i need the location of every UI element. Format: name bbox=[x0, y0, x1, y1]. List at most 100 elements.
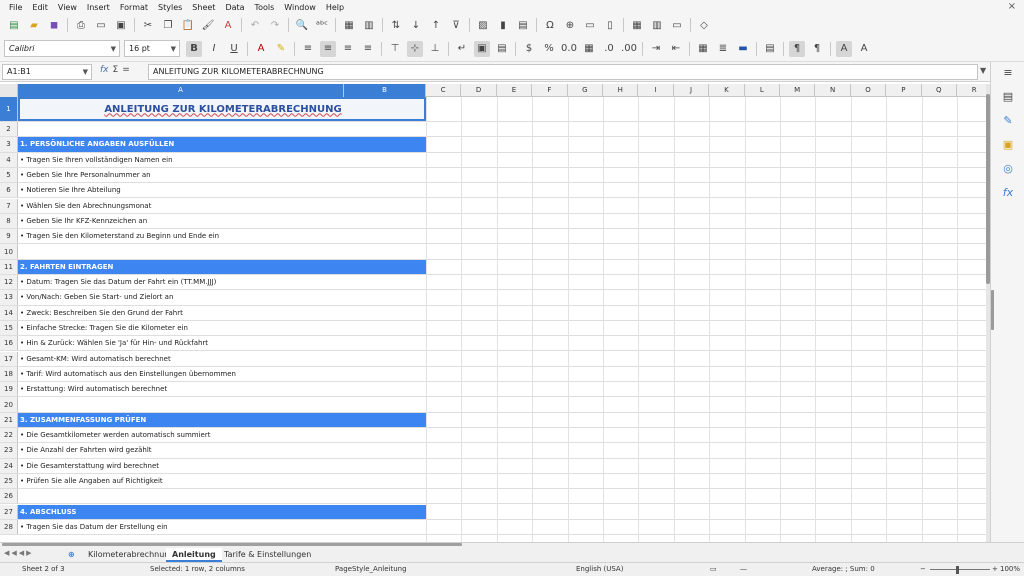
row-header[interactable]: 1 bbox=[0, 97, 18, 121]
row-header[interactable]: 3 bbox=[0, 137, 18, 152]
title-row[interactable]: 1 ANLEITUNG ZUR KILOMETERABRECHNUNG bbox=[0, 97, 986, 122]
autofilter-icon[interactable]: ⊽ bbox=[448, 17, 464, 33]
row-header[interactable]: 9 bbox=[0, 229, 18, 244]
font-name-combo[interactable]: Calibri ▼ bbox=[4, 40, 120, 57]
cell-a28[interactable]: • Tragen Sie das Datum der Erstellung ei… bbox=[18, 520, 426, 534]
cell-a23[interactable]: • Die Anzahl der Fahrten wird gezählt bbox=[18, 443, 426, 457]
cell-a26[interactable] bbox=[18, 489, 426, 503]
cell-a13[interactable]: • Von/Nach: Geben Sie Start- und Zielort… bbox=[18, 290, 426, 304]
row-header[interactable]: 28 bbox=[0, 519, 18, 535]
new-document-icon[interactable]: ▤ bbox=[6, 17, 22, 33]
menu-item-file[interactable]: File bbox=[4, 3, 27, 12]
align-center-icon[interactable]: ≡ bbox=[320, 40, 336, 57]
align-left-icon[interactable]: ≡ bbox=[300, 41, 316, 57]
cell-a27[interactable]: 4. ABSCHLUSS bbox=[18, 504, 426, 519]
column-header-p[interactable]: P bbox=[886, 84, 922, 97]
menu-item-data[interactable]: Data bbox=[220, 3, 249, 12]
table-row[interactable]: 4 • Tragen Sie Ihren vollständigen Namen … bbox=[0, 152, 986, 168]
column-header-h[interactable]: H bbox=[603, 84, 639, 97]
define-print-area-icon[interactable]: ▦ bbox=[629, 17, 645, 33]
horizontal-scrollbar[interactable] bbox=[2, 543, 462, 546]
menu-item-format[interactable]: Format bbox=[115, 3, 153, 12]
date-format-icon[interactable]: ▦ bbox=[581, 41, 597, 57]
zoom-out-icon[interactable]: − bbox=[920, 565, 926, 573]
hyperlink-icon[interactable]: ⊕ bbox=[562, 17, 578, 33]
table-row[interactable]: 15 • Einfache Strecke: Tragen Sie die Kil… bbox=[0, 320, 986, 337]
column-header-a[interactable]: A bbox=[18, 84, 344, 97]
pivot-table-icon[interactable]: ▤ bbox=[515, 17, 531, 33]
cell-a16[interactable]: • Hin & Zurück: Wählen Sie 'Ja' für Hin-… bbox=[18, 336, 426, 350]
cell-a18[interactable]: • Tarif: Wird automatisch aus den Einste… bbox=[18, 367, 426, 381]
bold-icon[interactable]: B bbox=[186, 40, 202, 57]
undo-icon[interactable]: ↶ bbox=[247, 17, 263, 33]
menu-item-insert[interactable]: Insert bbox=[82, 3, 115, 12]
cell-a10[interactable] bbox=[18, 244, 426, 258]
comment-icon[interactable]: ▭ bbox=[582, 17, 598, 33]
sort-ascending-icon[interactable]: ↓ bbox=[408, 17, 424, 33]
merge-center-icon[interactable]: ▣ bbox=[474, 40, 490, 57]
zoom-slider-knob[interactable] bbox=[956, 566, 959, 574]
properties-icon[interactable]: ▤ bbox=[1000, 90, 1016, 106]
font-size-combo[interactable]: 16 pt ▼ bbox=[124, 40, 180, 57]
cell-a7[interactable]: • Wählen Sie den Abrechnungsmonat bbox=[18, 199, 426, 213]
cell-a14[interactable]: • Zweck: Beschreiben Sie den Grund der F… bbox=[18, 306, 426, 320]
styles-icon[interactable]: ✎ bbox=[1000, 114, 1016, 130]
chevron-down-icon[interactable]: ▼ bbox=[83, 65, 88, 79]
menu-item-sheet[interactable]: Sheet bbox=[187, 3, 220, 12]
row-header[interactable]: 16 bbox=[0, 336, 18, 351]
copy-icon[interactable]: ❐ bbox=[160, 17, 176, 33]
row-header[interactable]: 27 bbox=[0, 504, 18, 519]
column-header-b[interactable]: B bbox=[344, 84, 426, 97]
horizontal-text-icon[interactable]: A bbox=[836, 40, 852, 57]
spreadsheet-grid[interactable]: ABCDEFGHIJKLMNOPQR 1 ANLEITUNG ZUR KILOME… bbox=[0, 84, 986, 542]
special-character-icon[interactable]: Ω bbox=[542, 17, 558, 33]
column-header-q[interactable]: Q bbox=[922, 84, 957, 97]
column-header-j[interactable]: J bbox=[674, 84, 710, 97]
row-header[interactable]: 11 bbox=[0, 259, 18, 274]
column-header-k[interactable]: K bbox=[709, 84, 745, 97]
column-header-g[interactable]: G bbox=[568, 84, 603, 97]
align-right-icon[interactable]: ≡ bbox=[340, 41, 356, 57]
column-header-d[interactable]: D bbox=[461, 84, 497, 97]
add-sheet-button[interactable]: ⊕ bbox=[62, 548, 81, 562]
column-header-o[interactable]: O bbox=[851, 84, 887, 97]
column-header-e[interactable]: E bbox=[497, 84, 533, 97]
increase-indent-icon[interactable]: ⇥ bbox=[648, 41, 664, 57]
navigator-icon[interactable]: ◎ bbox=[1000, 162, 1016, 178]
row-header[interactable]: 7 bbox=[0, 198, 18, 213]
open-folder-icon[interactable]: ▰ bbox=[26, 17, 42, 33]
close-document-icon[interactable]: × bbox=[1008, 1, 1016, 12]
vertical-text-icon[interactable]: A bbox=[856, 41, 872, 57]
menu-item-window[interactable]: Window bbox=[279, 3, 321, 12]
export-pdf-icon[interactable]: ⎙ bbox=[73, 17, 89, 33]
zoom-slider[interactable] bbox=[930, 569, 990, 570]
italic-icon[interactable]: I bbox=[206, 41, 222, 57]
function-wizard-icon[interactable]: fx bbox=[100, 65, 109, 75]
underline-icon[interactable]: U bbox=[226, 41, 242, 57]
formula-equals-icon[interactable]: = bbox=[122, 65, 130, 75]
cell-a5[interactable]: • Geben Sie Ihre Personalnummer an bbox=[18, 168, 426, 182]
cell-a24[interactable]: • Die Gesamterstattung wird berechnet bbox=[18, 459, 426, 473]
currency-format-icon[interactable]: $ bbox=[521, 41, 537, 57]
row-icon[interactable]: ▦ bbox=[341, 17, 357, 33]
menu-item-styles[interactable]: Styles bbox=[153, 3, 187, 12]
border-color-icon[interactable]: ▬ bbox=[735, 41, 751, 57]
cell-a11[interactable]: 2. FAHRTEN EINTRAGEN bbox=[18, 259, 426, 274]
hamburger-menu-icon[interactable]: ≡ bbox=[1000, 66, 1016, 82]
status-page-style[interactable]: PageStyle_Anleitung bbox=[335, 565, 407, 573]
column-header-c[interactable]: C bbox=[426, 84, 462, 97]
table-row[interactable]: 26 bbox=[0, 489, 986, 505]
delete-decimal-icon[interactable]: .00 bbox=[621, 41, 637, 57]
table-row[interactable]: 24 • Die Gesamterstattung wird berechnet bbox=[0, 458, 986, 474]
print-preview-icon[interactable]: ▣ bbox=[113, 17, 129, 33]
percent-format-icon[interactable]: % bbox=[541, 41, 557, 57]
sort-descending-icon[interactable]: ↑ bbox=[428, 17, 444, 33]
column-header-r[interactable]: R bbox=[957, 84, 986, 97]
tab-anleitung[interactable]: Anleitung bbox=[166, 548, 222, 562]
cell-a1[interactable]: ANLEITUNG ZUR KILOMETERABRECHNUNG bbox=[18, 97, 426, 121]
cell-a20[interactable] bbox=[18, 397, 426, 411]
justify-icon[interactable]: ≡ bbox=[360, 41, 376, 57]
expand-formula-bar-icon[interactable]: ▼ bbox=[980, 66, 986, 75]
decrease-indent-icon[interactable]: ⇤ bbox=[668, 41, 684, 57]
table-row[interactable]: 7 • Wählen Sie den Abrechnungsmonat bbox=[0, 198, 986, 214]
